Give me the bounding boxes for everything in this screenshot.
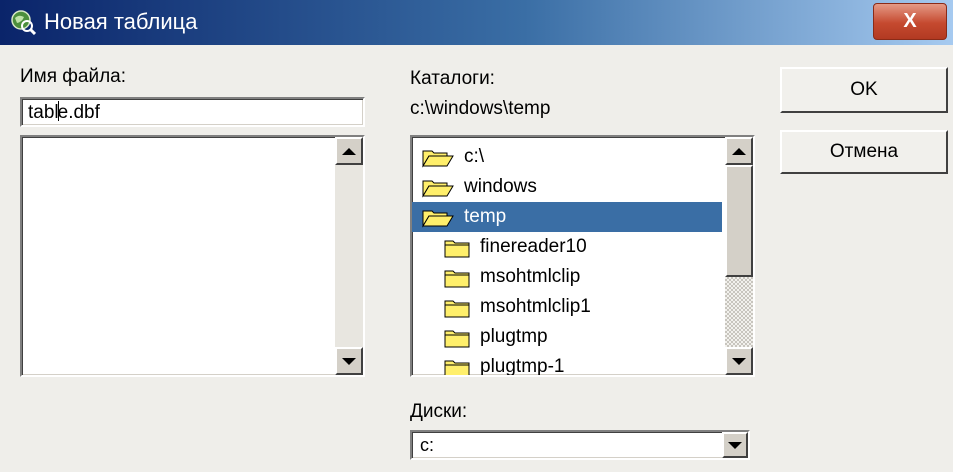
- drive-value: c:: [420, 435, 435, 455]
- ok-button[interactable]: OK: [780, 67, 948, 113]
- arrow-up-icon: [732, 147, 746, 155]
- directory-list[interactable]: c:\ windows temp finereader10 msohtmlcli…: [410, 135, 755, 377]
- open-folder-icon: [422, 210, 454, 228]
- cancel-button[interactable]: Отмена: [780, 130, 948, 174]
- folder-icon: [444, 330, 470, 348]
- directory-item[interactable]: plugtmp-1: [412, 352, 722, 377]
- scroll-track[interactable]: [725, 277, 753, 347]
- folder-icon: [444, 270, 470, 288]
- scroll-thumb[interactable]: [725, 165, 753, 277]
- new-table-dialog: Новая таблица X Имя файла: table.dbf Кат…: [0, 0, 953, 472]
- directory-item-selected[interactable]: temp: [412, 202, 722, 232]
- filename-input[interactable]: table.dbf: [20, 97, 365, 127]
- arrow-down-icon: [732, 357, 746, 365]
- file-list-scrollbar[interactable]: [335, 137, 363, 375]
- directory-item[interactable]: msohtmlclip1: [412, 292, 722, 322]
- folder-icon: [444, 240, 470, 258]
- drives-label: Диски:: [410, 401, 468, 422]
- scroll-down-button[interactable]: [725, 347, 753, 375]
- folder-icon: [444, 300, 470, 318]
- directory-label: temp: [464, 206, 507, 227]
- directory-label: finereader10: [480, 236, 587, 257]
- directory-item[interactable]: msohtmlclip: [412, 262, 722, 292]
- directory-label: c:\: [464, 146, 485, 167]
- directory-item[interactable]: finereader10: [412, 232, 722, 262]
- filename-text-end: e.dbf: [57, 102, 100, 123]
- directory-item[interactable]: windows: [412, 172, 722, 202]
- scroll-down-button[interactable]: [335, 347, 363, 375]
- chevron-down-icon: [728, 441, 742, 449]
- directory-list-scrollbar[interactable]: [725, 137, 753, 375]
- directories-label: Каталоги:: [410, 68, 495, 89]
- directory-label: msohtmlclip: [480, 266, 581, 287]
- directory-item[interactable]: plugtmp: [412, 322, 722, 352]
- open-folder-icon: [422, 150, 454, 168]
- open-folder-icon: [422, 180, 454, 198]
- arrow-down-icon: [342, 357, 356, 365]
- close-button[interactable]: X: [873, 3, 947, 40]
- filename-text-start: tabl: [28, 102, 59, 123]
- scroll-up-button[interactable]: [725, 137, 753, 165]
- drive-dropdown-button[interactable]: [722, 432, 748, 458]
- directory-label: plugtmp-1: [480, 356, 565, 377]
- filename-label: Имя файла:: [20, 66, 127, 87]
- directory-label: plugtmp: [480, 326, 548, 347]
- directory-label: windows: [464, 176, 537, 197]
- title-bar[interactable]: Новая таблица X: [0, 0, 953, 45]
- arrow-up-icon: [342, 147, 356, 155]
- window-title: Новая таблица: [44, 9, 198, 34]
- scroll-up-button[interactable]: [335, 137, 363, 165]
- folder-icon: [444, 360, 470, 375]
- drive-select[interactable]: c:: [410, 430, 750, 460]
- directory-label: msohtmlclip1: [480, 296, 591, 317]
- current-path: c:\windows\temp: [410, 98, 551, 119]
- file-list[interactable]: [20, 135, 365, 377]
- directory-item[interactable]: c:\: [412, 142, 722, 172]
- app-globe-icon: [11, 10, 36, 35]
